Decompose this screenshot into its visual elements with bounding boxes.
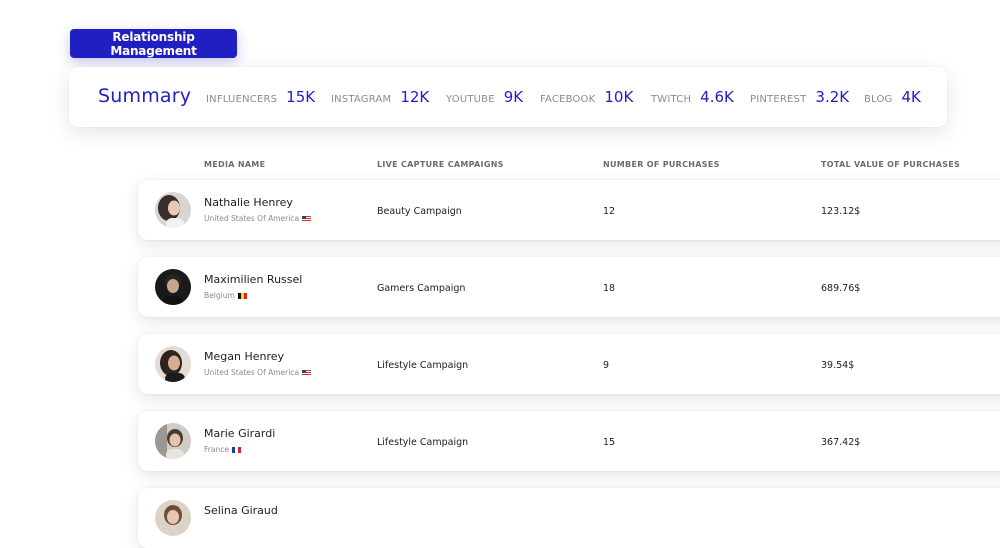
stat-value: 3.2K: [815, 88, 850, 106]
avatar: [155, 192, 191, 228]
stat-value: 10K: [604, 88, 634, 106]
stat-blog[interactable]: BLOG 4K: [864, 88, 921, 106]
column-header-total-value[interactable]: TOTAL VALUE OF PURCHASES: [821, 160, 960, 169]
stat-twitch[interactable]: TWITCH 4.6K: [651, 88, 734, 106]
stat-value: 4K: [901, 88, 921, 106]
table-row[interactable]: Nathalie Henrey United States Of America…: [138, 180, 1000, 240]
stat-value: 9K: [503, 88, 524, 106]
stat-label: INSTAGRAM: [331, 94, 392, 105]
purchase-count: 18: [603, 283, 616, 294]
france-flag-icon: [231, 446, 241, 453]
purchase-total: 367.42$: [821, 437, 861, 448]
table-row[interactable]: Megan Henrey United States Of America Li…: [138, 334, 1000, 394]
relationship-management-button[interactable]: Relationship Management: [70, 29, 237, 58]
campaign-name: Lifestyle Campaign: [377, 437, 469, 448]
belgium-flag-icon: [237, 292, 247, 299]
stat-pinterest[interactable]: PINTEREST 3.2K: [750, 88, 849, 106]
stat-label: PINTEREST: [750, 94, 807, 105]
column-header-campaigns[interactable]: LIVE CAPTURE CAMPAIGNS: [377, 160, 504, 169]
influencer-name: Maximilien Russel: [204, 273, 303, 286]
us-flag-icon: [302, 369, 312, 376]
stat-label: TWITCH: [651, 94, 692, 105]
avatar: [155, 269, 191, 305]
column-header-media-name[interactable]: MEDIA NAME: [204, 160, 265, 169]
influencer-name: Marie Girardi: [204, 427, 276, 440]
stat-facebook[interactable]: FACEBOOK 10K: [540, 88, 633, 106]
avatar: [155, 346, 191, 382]
stat-youtube[interactable]: YOUTUBE 9K: [446, 88, 523, 106]
campaign-name: Lifestyle Campaign: [377, 360, 469, 371]
influencer-country: France: [204, 445, 241, 454]
table-row[interactable]: Marie Girardi France Lifestyle Campaign …: [138, 411, 1000, 471]
purchase-total: 39.54$: [821, 360, 855, 371]
campaign-name: Gamers Campaign: [377, 283, 466, 294]
avatar: [155, 500, 191, 536]
influencer-name: Selina Giraud: [204, 504, 278, 517]
stat-instagram[interactable]: INSTAGRAM 12K: [331, 88, 429, 106]
purchase-count: 15: [603, 437, 616, 448]
avatar: [155, 423, 191, 459]
stat-value: 4.6K: [700, 88, 734, 106]
stat-label: INFLUENCERS: [206, 94, 278, 105]
influencer-name: Nathalie Henrey: [204, 196, 293, 209]
campaign-name: Beauty Campaign: [377, 206, 462, 217]
stat-label: FACEBOOK: [540, 94, 596, 105]
stat-label: YOUTUBE: [446, 94, 495, 105]
stat-label: BLOG: [864, 94, 893, 105]
purchase-total: 689.76$: [821, 283, 861, 294]
influencer-name: Megan Henrey: [204, 350, 285, 363]
influencer-country: United States Of America: [204, 368, 312, 377]
stat-value: 15K: [286, 88, 316, 106]
influencer-country: Belgium: [204, 291, 247, 300]
purchase-total: 123.12$: [821, 206, 861, 217]
stat-value: 12K: [400, 88, 430, 106]
us-flag-icon: [302, 215, 312, 222]
influencer-country: United States Of America: [204, 214, 312, 223]
table-row[interactable]: Maximilien Russel Belgium Gamers Campaig…: [138, 257, 1000, 317]
column-header-purchases[interactable]: NUMBER OF PURCHASES: [603, 160, 720, 169]
purchase-count: 12: [603, 206, 616, 217]
purchase-count: 9: [603, 360, 610, 371]
summary-title: Summary: [98, 85, 192, 107]
table-row[interactable]: Selina Giraud: [138, 488, 1000, 548]
summary-card: Summary INFLUENCERS 15K INSTAGRAM 12K YO…: [69, 67, 947, 127]
stat-influencers[interactable]: INFLUENCERS 15K: [206, 88, 315, 106]
